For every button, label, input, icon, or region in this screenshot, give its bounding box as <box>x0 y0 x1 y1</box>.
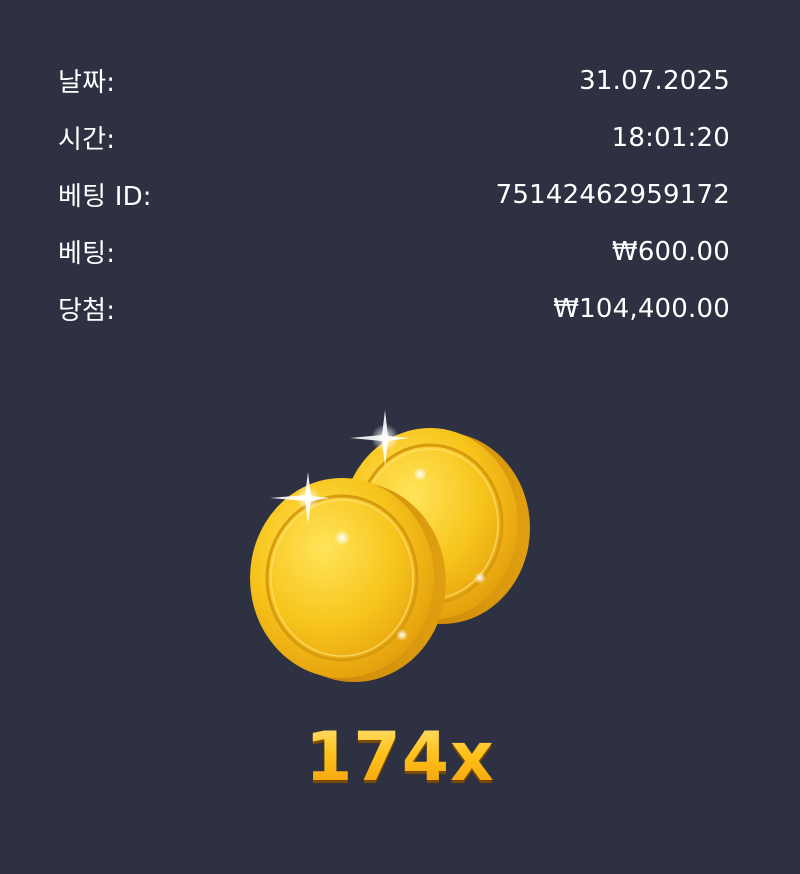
bet-id-label: 베팅 ID: <box>58 182 152 212</box>
win-amount-label: 당첨: <box>58 296 116 326</box>
gold-coins-icon <box>250 400 540 700</box>
win-multiplier: 174x <box>0 718 800 797</box>
date-value: 31.07.2025 <box>579 65 730 96</box>
bet-amount-label: 베팅: <box>58 239 116 269</box>
bet-amount-value: ₩600.00 <box>611 236 730 267</box>
bet-amount-row: 베팅: ₩600.00 <box>58 223 730 280</box>
win-amount-row: 당첨: ₩104,400.00 <box>58 280 730 337</box>
time-label: 시간: <box>58 125 116 155</box>
bet-details: 날짜: 31.07.2025 시간: 18:01:20 베팅 ID: 75142… <box>58 52 730 337</box>
win-amount-value: ₩104,400.00 <box>553 293 730 324</box>
time-value: 18:01:20 <box>611 122 730 153</box>
bet-id-value: 75142462959172 <box>495 179 730 210</box>
date-label: 날짜: <box>58 68 116 98</box>
bet-id-row: 베팅 ID: 75142462959172 <box>58 166 730 223</box>
time-row: 시간: 18:01:20 <box>58 109 730 166</box>
date-row: 날짜: 31.07.2025 <box>58 52 730 109</box>
